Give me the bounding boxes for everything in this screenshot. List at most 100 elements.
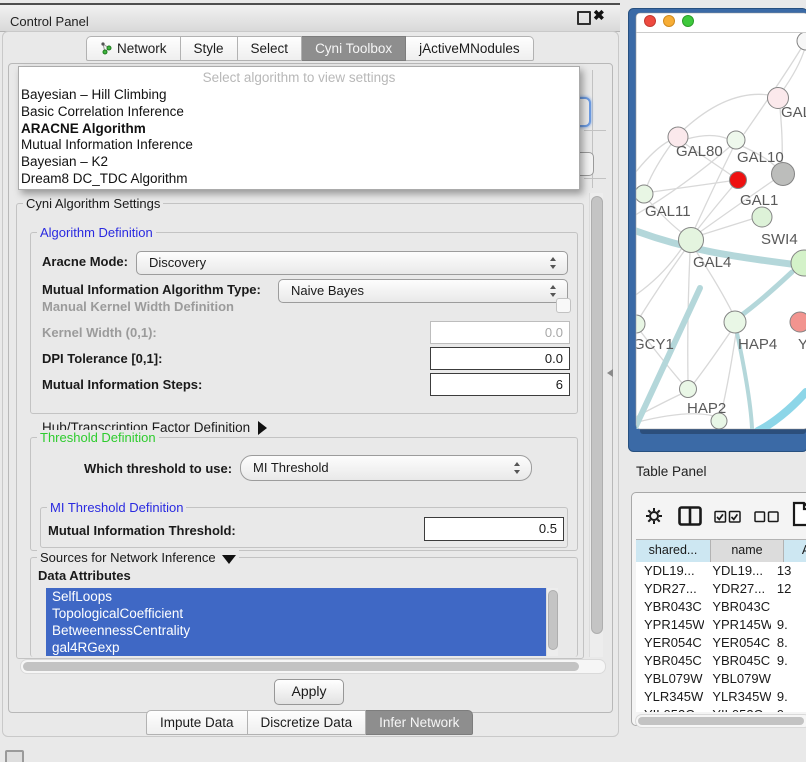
manual-kernel-checkbox[interactable]	[556, 298, 571, 313]
mi-threshold-title: MI Threshold Definition	[47, 500, 186, 515]
deselect-all-icon[interactable]	[754, 511, 780, 524]
mi-algorithm-type-select[interactable]: Naive Bayes	[278, 279, 568, 303]
table-cell: YBR043C	[704, 598, 771, 616]
table-cell: YER054C	[636, 634, 704, 652]
table-row[interactable]: YDL19...YDL19...13	[636, 562, 806, 580]
attribute-item-topologicalcoefficient[interactable]: TopologicalCoefficient	[46, 605, 546, 622]
table-row[interactable]: YPR145WYPR145W9.	[636, 616, 806, 634]
attribute-item-selfloops[interactable]: SelfLoops	[46, 588, 546, 605]
table-cell: YBR045C	[636, 652, 704, 670]
aracne-mode-select[interactable]: Discovery	[136, 251, 568, 275]
document-icon[interactable]	[792, 501, 806, 527]
tab-cyni-toolbox[interactable]: Cyni Toolbox	[302, 36, 406, 61]
manual-kernel-label: Manual Kernel Width Definition	[42, 299, 234, 314]
algorithm-option-aracne-algorithm[interactable]: ARACNE Algorithm	[19, 121, 579, 138]
sources-title[interactable]: Sources for Network Inference	[37, 550, 239, 565]
node-label: HAP4	[738, 336, 777, 353]
kernel-width-field[interactable]: 0.0	[430, 321, 570, 344]
attributes-scrollbar-thumb[interactable]	[548, 590, 558, 650]
columns-icon[interactable]	[678, 506, 702, 526]
table-row[interactable]: YBR043CYBR043C	[636, 598, 806, 616]
mac-window-buttons[interactable]	[645, 16, 694, 27]
table-row[interactable]: YIL052CYIL052C9	[636, 706, 806, 712]
tab-infer-network[interactable]: Infer Network	[366, 710, 473, 735]
minimize-window-button[interactable]	[664, 16, 675, 27]
node-label: GAL4	[693, 254, 731, 271]
data-attributes-list[interactable]: SelfLoopsTopologicalCoefficientBetweenne…	[46, 588, 546, 656]
gear-icon[interactable]	[644, 506, 664, 526]
table-header: shared...nameA	[636, 539, 806, 563]
column-header-shared[interactable]: shared...	[636, 540, 711, 562]
tab-style[interactable]: Style	[181, 36, 238, 61]
tab-jactivemnodules[interactable]: jActiveMNodules	[406, 36, 534, 61]
close-icon[interactable]: ✖	[593, 7, 605, 24]
tab-impute-data[interactable]: Impute Data	[146, 710, 248, 735]
table-cell: YDR27...	[636, 580, 704, 598]
table-row[interactable]: YDR27...YDR27...12	[636, 580, 806, 598]
network-node-hap2[interactable]	[680, 381, 697, 398]
mi-steps-label: Mutual Information Steps:	[42, 377, 202, 392]
network-node-gal11[interactable]	[635, 185, 653, 203]
spinner-arrows-icon	[549, 284, 558, 298]
network-view-window[interactable]: GALGAL80GAL10GAL1GAL11GAL4SWI4GCY1HAP4YH…	[628, 8, 806, 452]
table-hscrollbar[interactable]	[635, 714, 806, 728]
dpi-tolerance-field[interactable]: 0.0	[430, 347, 570, 370]
floating-panel-icon[interactable]	[5, 750, 24, 762]
table-cell: YDR27...	[704, 580, 771, 598]
tab-label: Impute Data	[160, 715, 234, 730]
table-cell: YIL052C	[636, 706, 704, 712]
network-node-hap4[interactable]	[724, 311, 746, 333]
settings-scrollbar[interactable]	[589, 193, 603, 657]
algorithm-option-dream8-dc-tdc-algorithm[interactable]: Dream8 DC_TDC Algorithm	[19, 171, 579, 188]
tab-network[interactable]: Network	[86, 36, 181, 61]
table-cell: 9.	[771, 652, 806, 670]
table-cell	[771, 670, 806, 688]
table-cell: YPR145W	[704, 616, 771, 634]
column-header-a[interactable]: A	[784, 540, 806, 562]
select-all-icon[interactable]	[714, 510, 742, 524]
table-hscrollbar-thumb[interactable]	[638, 717, 804, 725]
network-node-gal1[interactable]	[752, 207, 772, 227]
network-node-gal10[interactable]	[727, 131, 745, 149]
tab-discretize-data[interactable]: Discretize Data	[248, 710, 367, 735]
network-node-gal4[interactable]	[679, 228, 704, 253]
settings-hscrollbar-thumb[interactable]	[23, 662, 579, 671]
algorithm-dropdown-popup: Select algorithm to view settings Bayesi…	[18, 66, 580, 190]
table-row[interactable]: YBL079WYBL079W	[636, 670, 806, 688]
tab-label: Network	[117, 41, 167, 56]
apply-button[interactable]: Apply	[274, 679, 344, 705]
aracne-mode-value: Discovery	[149, 255, 206, 270]
table-row[interactable]: YLR345WYLR345W9.	[636, 688, 806, 706]
control-panel-titlebar[interactable]: Control Panel	[0, 5, 620, 32]
zoom-window-button[interactable]	[683, 16, 694, 27]
mi-threshold-field[interactable]: 0.5	[424, 517, 564, 541]
close-window-button[interactable]	[645, 16, 656, 27]
column-header-name[interactable]: name	[711, 540, 784, 562]
splitter-collapse-icon[interactable]	[607, 369, 613, 377]
mi-steps-field[interactable]: 6	[430, 373, 570, 396]
float-window-icon[interactable]	[577, 11, 591, 25]
which-threshold-value: MI Threshold	[253, 460, 329, 475]
table-cell: 9.	[771, 616, 806, 634]
table-row[interactable]: YER054CYER054C8.	[636, 634, 806, 652]
table-panel-title: Table Panel	[636, 464, 707, 479]
attribute-item-betweennesscentrality[interactable]: BetweennessCentrality	[46, 622, 546, 639]
settings-scrollbar-thumb[interactable]	[591, 196, 603, 634]
control-panel-title: Control Panel	[10, 14, 89, 29]
network-node-y[interactable]	[790, 312, 806, 332]
settings-hscrollbar[interactable]	[20, 659, 606, 674]
attribute-item-gal4rgexp[interactable]: gal4RGexp	[46, 639, 546, 656]
cyni-algorithm-settings-title: Cyni Algorithm Settings	[23, 196, 163, 211]
algorithm-option-mutual-information-inference[interactable]: Mutual Information Inference	[19, 137, 579, 154]
which-threshold-select[interactable]: MI Threshold	[240, 455, 532, 481]
network-node[interactable]	[730, 172, 747, 189]
table-row[interactable]: YBR045CYBR045C9.	[636, 652, 806, 670]
node-label: GAL10	[737, 149, 784, 166]
attributes-scrollbar[interactable]	[546, 588, 558, 656]
algorithm-option-basic-correlation-inference[interactable]: Basic Correlation Inference	[19, 104, 579, 121]
algorithm-option-bayesian-hill-climbing[interactable]: Bayesian – Hill Climbing	[19, 87, 579, 104]
tab-select[interactable]: Select	[238, 36, 303, 61]
data-attributes-label: Data Attributes	[38, 568, 131, 583]
bottom-tabs: Impute Data Discretize DataInfer Network	[146, 710, 473, 735]
algorithm-option-bayesian-k2[interactable]: Bayesian – K2	[19, 154, 579, 171]
